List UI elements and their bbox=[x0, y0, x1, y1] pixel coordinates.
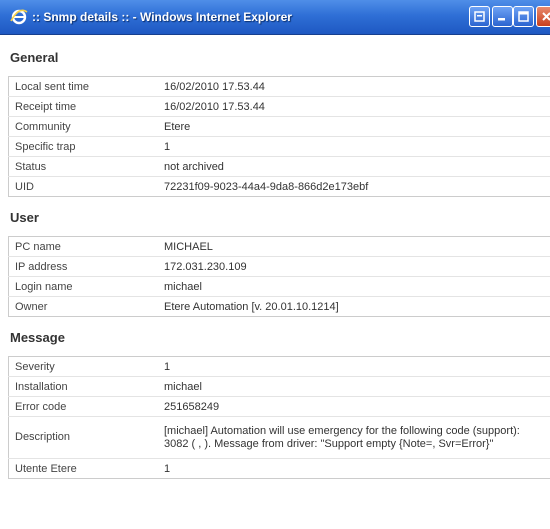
row-value: 172.031.230.109 bbox=[158, 256, 550, 277]
row-value: 1 bbox=[158, 356, 550, 377]
snmp-details-content: General Local sent time 16/02/2010 17.53.… bbox=[8, 44, 550, 486]
row-label: Specific trap bbox=[8, 136, 158, 157]
row-value: 251658249 bbox=[158, 396, 550, 417]
row-label: Description bbox=[8, 416, 158, 459]
row-label: Error code bbox=[8, 396, 158, 417]
row-label: Login name bbox=[8, 276, 158, 297]
row-value: Etere bbox=[158, 116, 550, 137]
row-value: MICHAEL bbox=[158, 236, 550, 257]
table-row: IP address 172.031.230.109 bbox=[8, 256, 550, 277]
help-button[interactable] bbox=[469, 6, 490, 27]
row-label: Installation bbox=[8, 376, 158, 397]
table-row: PC name MICHAEL bbox=[8, 236, 550, 257]
table-row: Receipt time 16/02/2010 17.53.44 bbox=[8, 96, 550, 117]
close-icon bbox=[542, 12, 550, 21]
window-titlebar[interactable]: :: Snmp details :: - Windows Internet Ex… bbox=[0, 0, 550, 35]
row-label: IP address bbox=[8, 256, 158, 277]
row-label: Owner bbox=[15, 300, 48, 313]
section-title-message: Message bbox=[10, 330, 65, 345]
minimize-button[interactable] bbox=[492, 6, 513, 27]
row-label: UID bbox=[15, 180, 34, 193]
general-table: Local sent time 16/02/2010 17.53.44 Recei… bbox=[8, 76, 550, 197]
section-title-general: General bbox=[10, 50, 59, 65]
row-value: 72231f09-9023-44a4-9da8-866d2e173ebf bbox=[164, 180, 369, 193]
table-row: Installation michael bbox=[8, 376, 550, 397]
ie-icon bbox=[10, 9, 28, 25]
row-value: Etere Automation [v. 20.01.10.1214] bbox=[164, 300, 339, 313]
close-button[interactable] bbox=[536, 6, 550, 27]
table-row: Description [michael] Automation will use… bbox=[8, 416, 550, 459]
table-row: Login name michael bbox=[8, 276, 550, 297]
row-label: Community bbox=[8, 116, 158, 137]
maximize-icon bbox=[518, 11, 529, 22]
row-label: PC name bbox=[8, 236, 158, 257]
section-title-user: User bbox=[10, 210, 39, 225]
table-row: Specific trap 1 bbox=[8, 136, 550, 157]
table-row: Local sent time 16/02/2010 17.53.44 bbox=[8, 76, 550, 97]
row-value: not archived bbox=[158, 156, 550, 177]
table-row: Error code 251658249 bbox=[8, 396, 550, 417]
row-label: Local sent time bbox=[8, 76, 158, 97]
row-label: Receipt time bbox=[8, 96, 158, 117]
help-icon bbox=[474, 11, 485, 22]
row-label: Utente Etere bbox=[15, 462, 77, 475]
table-row: Status not archived bbox=[8, 156, 550, 177]
row-label: Status bbox=[8, 156, 158, 177]
row-value: 16/02/2010 17.53.44 bbox=[158, 76, 550, 97]
row-label: Severity bbox=[8, 356, 158, 377]
window-title: :: Snmp details :: - Windows Internet Ex… bbox=[32, 10, 292, 24]
table-row: Community Etere bbox=[8, 116, 550, 137]
row-value: 1 bbox=[164, 462, 171, 475]
maximize-button[interactable] bbox=[513, 6, 534, 27]
row-value: 16/02/2010 17.53.44 bbox=[158, 96, 550, 117]
minimize-icon bbox=[498, 18, 505, 21]
table-row: UID 72231f09-9023-44a4-9da8-866d2e173ebf bbox=[9, 177, 550, 197]
user-table: PC name MICHAEL IP address 172.031.230.109… bbox=[8, 236, 550, 317]
table-row: Severity 1 bbox=[8, 356, 550, 377]
row-value: michael bbox=[158, 276, 550, 297]
message-table: Severity 1 Installation michael Error code… bbox=[8, 356, 550, 479]
table-row: Owner Etere Automation [v. 20.01.10.1214] bbox=[9, 297, 550, 317]
row-value: michael bbox=[158, 376, 550, 397]
table-row: Utente Etere 1 bbox=[9, 459, 550, 479]
row-value: 1 bbox=[158, 136, 550, 157]
row-value: [michael] Automation will use emergency … bbox=[158, 416, 550, 459]
